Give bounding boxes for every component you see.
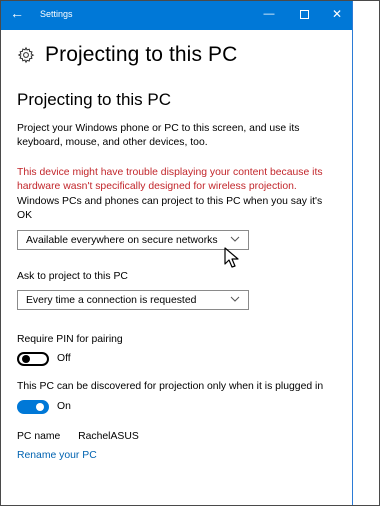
maximize-icon [299, 10, 309, 19]
toggle-knob [22, 355, 30, 363]
pin-label: Require PIN for pairing [17, 334, 123, 345]
title-bar: ← Settings — ✕ [1, 1, 352, 30]
chevron-down-icon [230, 296, 240, 302]
page-title: Projecting to this PC [45, 43, 238, 66]
pin-toggle-state: Off [57, 353, 71, 364]
back-arrow-icon[interactable]: ← [10, 5, 24, 21]
mouse-pointer-icon [224, 247, 239, 268]
description-text: Project your Windows phone or PC to this… [17, 123, 300, 148]
pc-name-label: PC name [17, 431, 61, 442]
ask-dropdown[interactable]: Every time a connection is requested [17, 290, 249, 310]
warning-text: This device might have trouble displayin… [17, 167, 323, 192]
plugged-in-label: This PC can be discovered for projection… [17, 381, 324, 392]
plugged-in-toggle-state: On [57, 401, 71, 412]
availability-selected-value: Available everywhere on secure networks [26, 235, 218, 246]
screenshot-frame: ← Settings — ✕ Projecting to this PC Pro… [0, 0, 380, 506]
settings-window: ← Settings — ✕ Projecting to this PC Pro… [1, 1, 353, 505]
page-header: Projecting to this PC [17, 41, 237, 69]
ask-label: Ask to project to this PC [17, 271, 128, 282]
toggle-knob [36, 403, 44, 411]
close-button[interactable]: ✕ [331, 8, 343, 20]
availability-label: Windows PCs and phones can project to th… [17, 196, 323, 221]
maximize-button[interactable] [298, 8, 310, 20]
pc-name-row: PC name RachelASUS [17, 430, 337, 444]
availability-dropdown[interactable]: Available everywhere on secure networks [17, 230, 249, 250]
plugged-in-toggle[interactable] [17, 400, 49, 414]
minimize-button[interactable]: — [263, 8, 275, 20]
pc-name-value: RachelASUS [78, 431, 139, 442]
section-heading: Projecting to this PC [17, 90, 172, 109]
window-title: Settings [40, 9, 73, 19]
pin-toggle[interactable] [17, 352, 49, 366]
gear-icon [17, 46, 35, 64]
rename-pc-link[interactable]: Rename your PC [17, 450, 97, 461]
chevron-down-icon [230, 236, 240, 242]
ask-selected-value: Every time a connection is requested [26, 295, 197, 306]
